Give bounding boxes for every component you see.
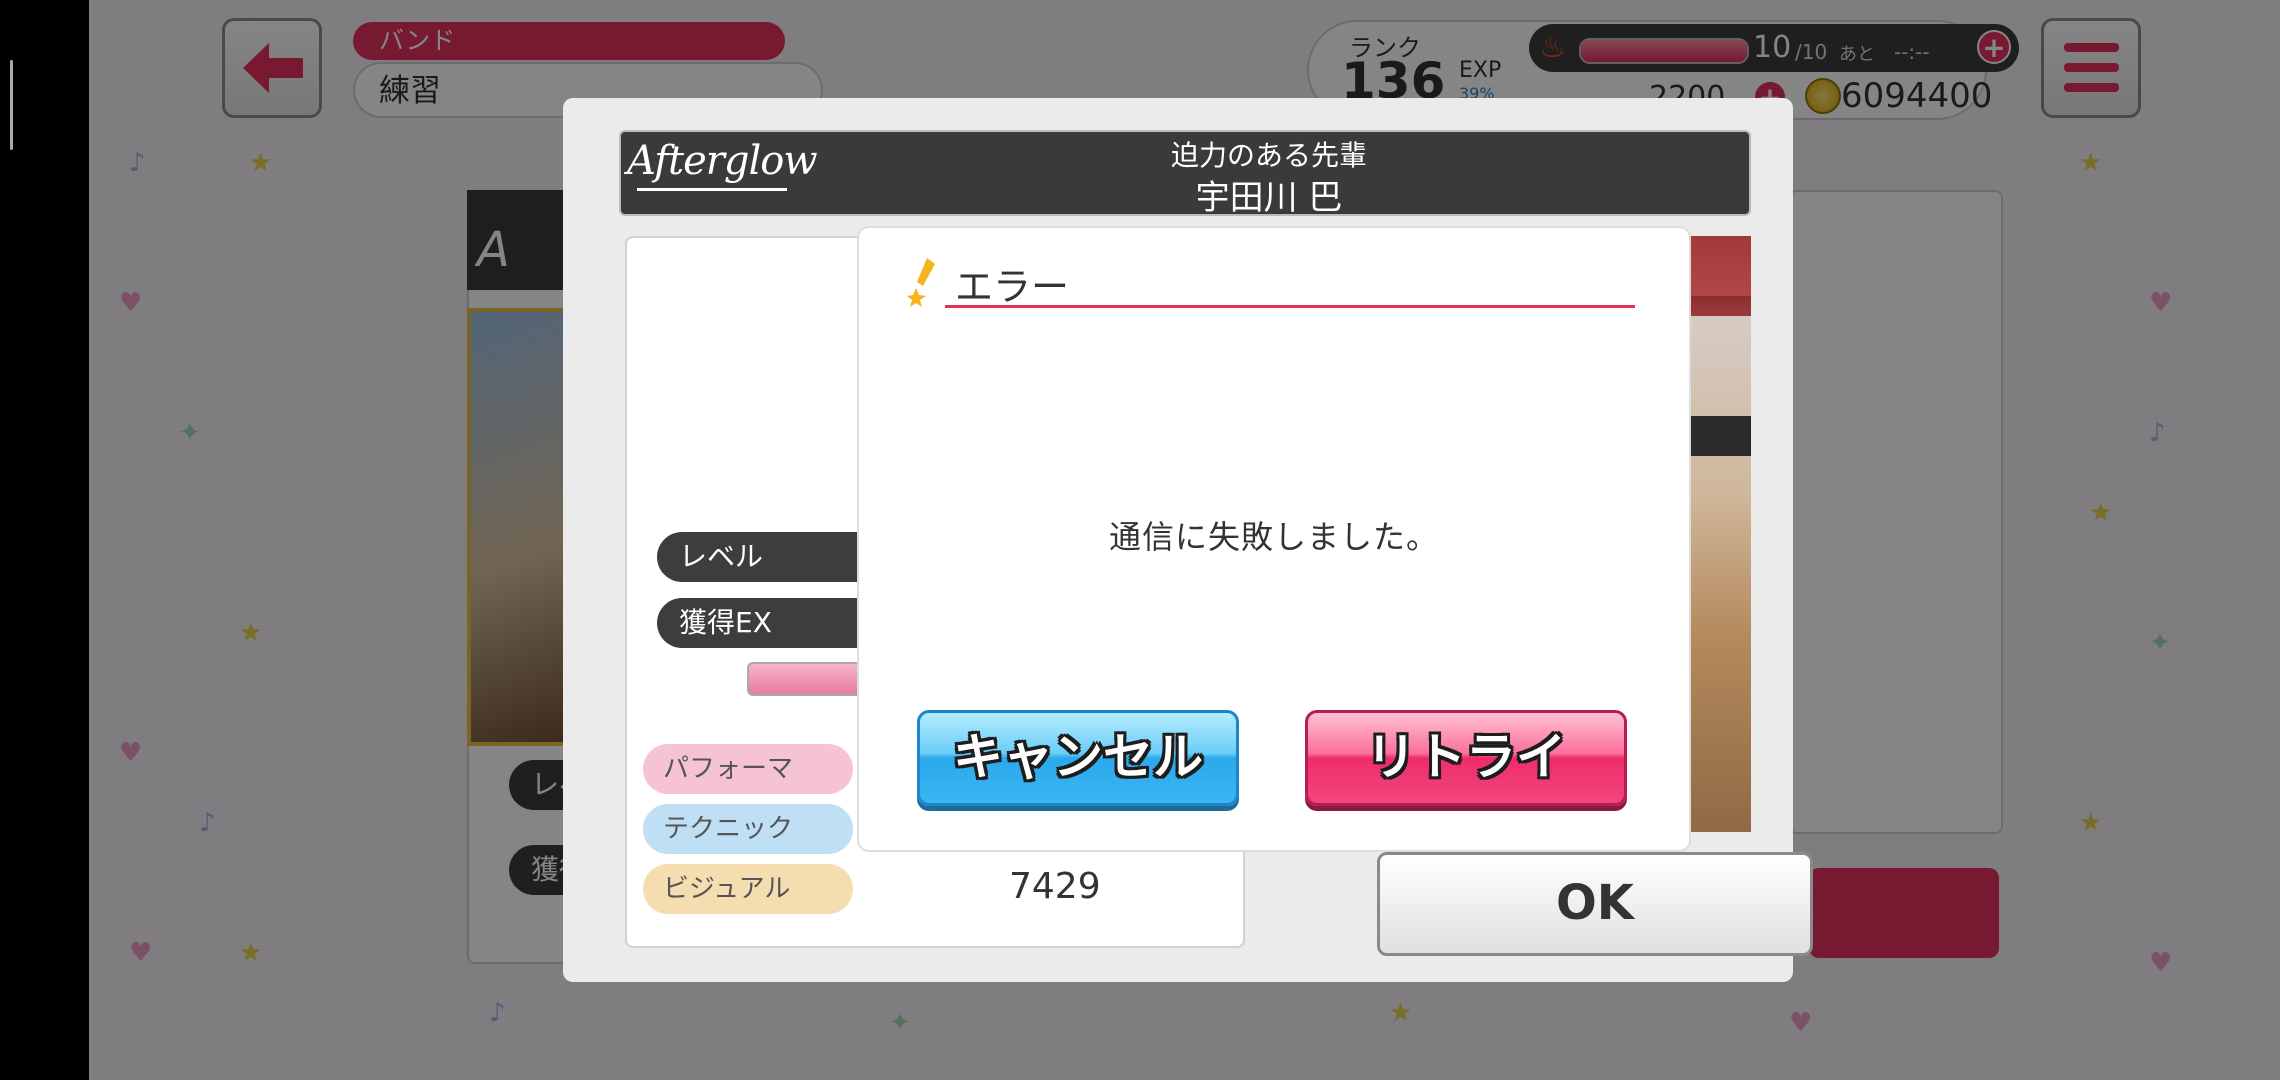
card-character-name: 宇田川 巴 bbox=[1195, 178, 1343, 218]
game-screen: ♪ ★ ♥ ✦ ★ ♥ ♪ ★ ♥ ★ ♥ ♪ ★ ✦ ★ ♥ ♪ ✦ ★ ♥ … bbox=[89, 0, 2280, 1080]
band-logo: Afterglow bbox=[627, 138, 818, 184]
error-title-underline bbox=[945, 305, 1635, 308]
ok-button[interactable]: OK bbox=[1377, 852, 1813, 956]
performance-label: パフォーマ bbox=[643, 744, 853, 794]
visual-value: 7429 bbox=[1009, 866, 1101, 907]
technique-label: テクニック bbox=[643, 804, 853, 854]
band-logo-underline bbox=[637, 188, 787, 191]
error-message: 通信に失敗しました。 bbox=[1108, 518, 1439, 556]
system-status-indicator bbox=[10, 60, 13, 150]
sparkle-icon bbox=[907, 258, 935, 307]
visual-label: ビジュアル bbox=[643, 864, 853, 914]
retry-button[interactable]: リトライ bbox=[1305, 710, 1627, 806]
card-title: 迫力のある先輩 bbox=[1170, 139, 1367, 172]
card-exp-bar bbox=[747, 662, 871, 696]
cancel-button[interactable]: キャンセル bbox=[917, 710, 1239, 806]
error-title: エラー bbox=[955, 265, 1070, 309]
